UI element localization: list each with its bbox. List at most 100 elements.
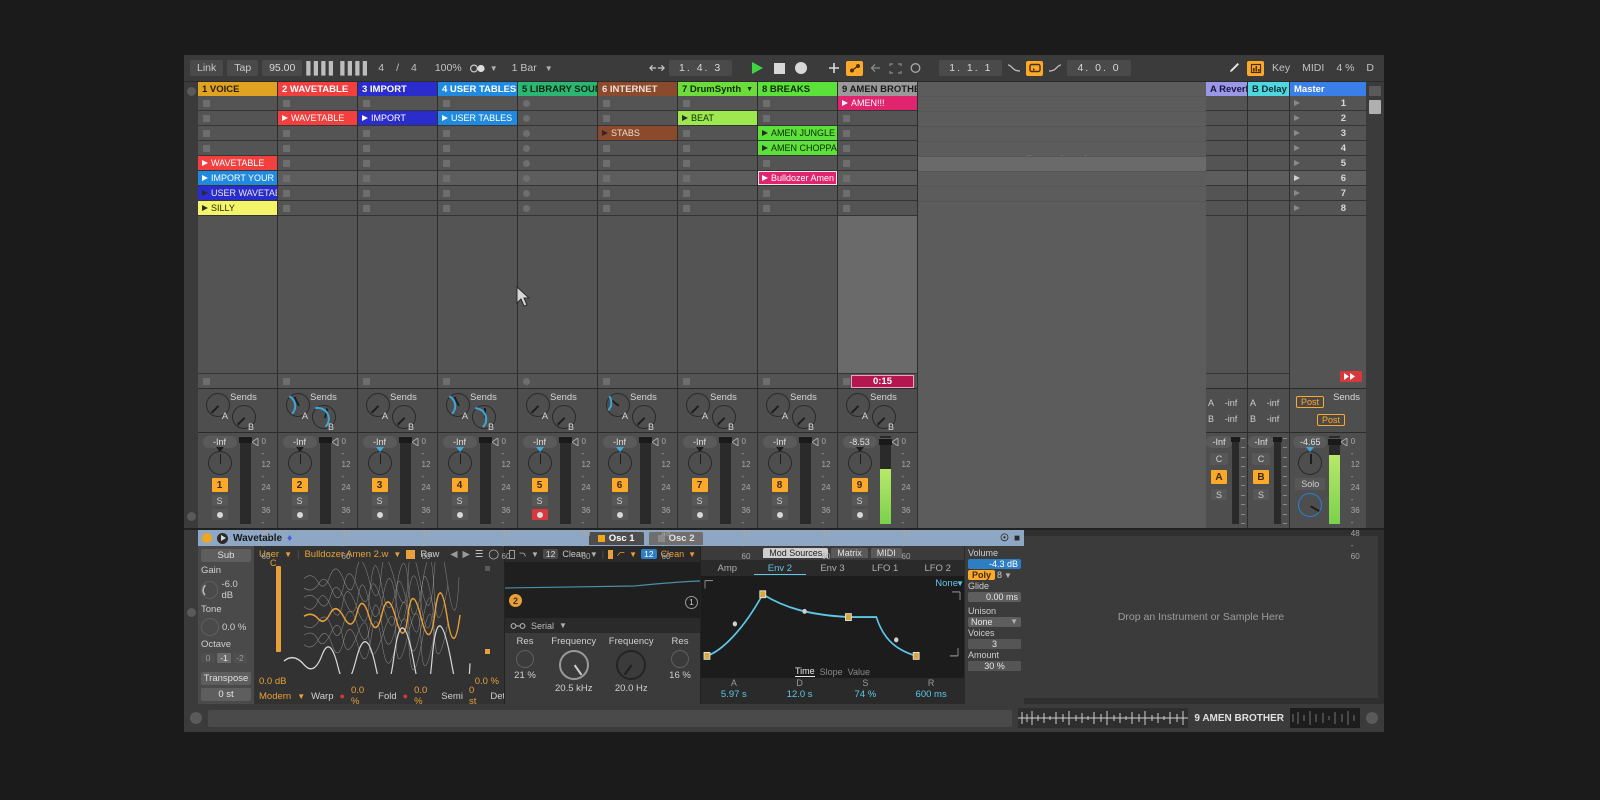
adsr-decay-value[interactable]: 12.0 s	[767, 689, 833, 701]
wavetable-next-icon[interactable]: ▶	[463, 549, 470, 560]
volume-fader[interactable]	[480, 436, 491, 524]
clip[interactable]: BEAT	[678, 111, 757, 125]
filter1-freq-knob[interactable]	[559, 650, 589, 680]
clip-slot[interactable]	[518, 186, 597, 201]
clip-slot[interactable]	[198, 111, 277, 126]
voices-value[interactable]: 3	[968, 639, 1021, 649]
clip-stop-button[interactable]	[363, 175, 370, 182]
clip-play-icon[interactable]	[202, 160, 208, 166]
osc1-enabled-icon[interactable]	[598, 535, 605, 542]
device-rail-dot-icon[interactable]	[187, 608, 196, 617]
clip-slot[interactable]	[758, 201, 837, 216]
track-header-2[interactable]: 2 WAVETABLE	[278, 82, 357, 96]
new-take-icon[interactable]	[826, 61, 842, 75]
pan-knob[interactable]	[608, 451, 632, 475]
key-map-button[interactable]: Key	[1268, 60, 1294, 76]
clip-stop-button[interactable]	[203, 100, 210, 107]
clip-stop-button[interactable]	[443, 130, 450, 137]
master-fader[interactable]	[1329, 436, 1340, 524]
clip-stop-button[interactable]	[523, 130, 530, 137]
tab-lfo-1[interactable]: LFO 1	[859, 562, 912, 574]
scene-launch-icon[interactable]	[1294, 175, 1300, 181]
amount-value[interactable]: 30 %	[968, 661, 1021, 671]
fader-handle[interactable]	[399, 436, 412, 443]
filter1-slope[interactable]: 12	[543, 549, 558, 559]
scene-launch-icon[interactable]	[1294, 205, 1300, 211]
track-stop-button[interactable]	[843, 378, 850, 385]
tempo-field[interactable]: 95.00	[262, 60, 302, 76]
filter2-res-knob[interactable]	[671, 650, 689, 668]
clip-slot[interactable]	[838, 141, 917, 156]
scene-row[interactable]: 3	[1290, 126, 1366, 141]
clip-stop-button[interactable]	[683, 205, 690, 212]
scene-launch-icon[interactable]	[1294, 160, 1300, 166]
capture-midi-icon[interactable]	[887, 61, 903, 75]
clip-stop-button[interactable]	[843, 130, 850, 137]
cue-volume-knob[interactable]	[1298, 493, 1322, 517]
clip-stop-button[interactable]	[603, 115, 610, 122]
master-send-post-a[interactable]: Post	[1296, 396, 1324, 408]
return-solo-button[interactable]: S	[1211, 489, 1227, 500]
clip-slot[interactable]	[838, 111, 917, 126]
clip-play-icon[interactable]	[202, 175, 208, 181]
clip-slot[interactable]: WAVETABLE	[278, 111, 357, 126]
clip[interactable]: SILLY	[198, 201, 277, 215]
volume-fader[interactable]	[400, 436, 411, 524]
clip-play-icon[interactable]	[282, 115, 288, 121]
octave-option-minus1[interactable]: -1	[217, 653, 231, 663]
clip-slot[interactable]: AMEN!!!	[838, 96, 917, 111]
sub-button[interactable]: Sub	[201, 549, 251, 562]
track-activator[interactable]: 9	[852, 478, 868, 492]
follow-icon[interactable]	[649, 61, 665, 75]
scene-launch-icon[interactable]	[1294, 130, 1300, 136]
track-activator[interactable]: 6	[612, 478, 628, 492]
track-stop-button[interactable]	[363, 378, 370, 385]
clip[interactable]: AMEN CHOPPA	[758, 141, 837, 155]
master-record-indicator[interactable]	[1340, 371, 1362, 382]
clip-slot[interactable]	[518, 201, 597, 216]
clip-slot[interactable]	[198, 126, 277, 141]
fader-handle[interactable]	[719, 436, 732, 443]
fader-handle[interactable]	[559, 436, 572, 443]
clip-stop-button[interactable]	[843, 145, 850, 152]
clip-stop-button[interactable]	[683, 100, 690, 107]
clip-stop-button[interactable]	[443, 175, 450, 182]
wavetable-mode[interactable]: Modern	[259, 691, 291, 702]
return-send-value[interactable]: -inf	[1259, 413, 1287, 425]
clip-slot[interactable]	[678, 201, 757, 216]
clip-stop-button[interactable]	[843, 205, 850, 212]
fader-handle[interactable]	[479, 436, 492, 443]
clip-play-icon[interactable]	[762, 175, 768, 181]
unison-dropdown-icon[interactable]: ▼	[1010, 617, 1018, 627]
tab-env-2[interactable]: Env 2	[754, 562, 807, 575]
clip-stop-button[interactable]	[763, 100, 770, 107]
filter1-handle-icon[interactable]: 1	[685, 596, 698, 609]
clip-slot[interactable]	[358, 156, 437, 171]
clip-stop-button[interactable]	[603, 175, 610, 182]
browser-toggle-icon[interactable]	[187, 87, 196, 96]
solo-button[interactable]: S	[852, 495, 868, 506]
playing-clip-time[interactable]: 0:15	[851, 375, 914, 388]
clip-slot[interactable]	[438, 156, 517, 171]
status-bar-right-icon[interactable]	[1366, 712, 1378, 724]
solo-button[interactable]: S	[772, 495, 788, 506]
clip-stop-button[interactable]	[843, 160, 850, 167]
clip-slot[interactable]	[358, 96, 437, 111]
clip-stop-button[interactable]	[443, 145, 450, 152]
clip-stop-button[interactable]	[603, 190, 610, 197]
wavetable-handle-bottom-icon[interactable]	[485, 649, 490, 654]
filter1-shape-dropdown-icon[interactable]: ▼	[531, 550, 539, 559]
automation-arm-icon[interactable]	[846, 61, 863, 76]
clip[interactable]: USER WAVETABLES	[198, 186, 277, 200]
clip-slot[interactable]	[678, 141, 757, 156]
scene-launch-icon[interactable]	[1294, 115, 1300, 121]
track-activator[interactable]: 7	[692, 478, 708, 492]
status-bar-toggle-icon[interactable]	[190, 712, 202, 724]
clip-slot[interactable]: WAVETABLE	[198, 156, 277, 171]
filter2-circuit-dropdown-icon[interactable]: ▼	[688, 550, 696, 559]
return-send-value[interactable]: -inf	[1259, 397, 1287, 409]
clip-slot[interactable]: BEAT	[678, 111, 757, 126]
clip-stop-button[interactable]	[763, 160, 770, 167]
scene-launch-icon[interactable]	[1294, 190, 1300, 196]
track-header-5[interactable]: 5 LIBRARY SOUND	[518, 82, 597, 96]
